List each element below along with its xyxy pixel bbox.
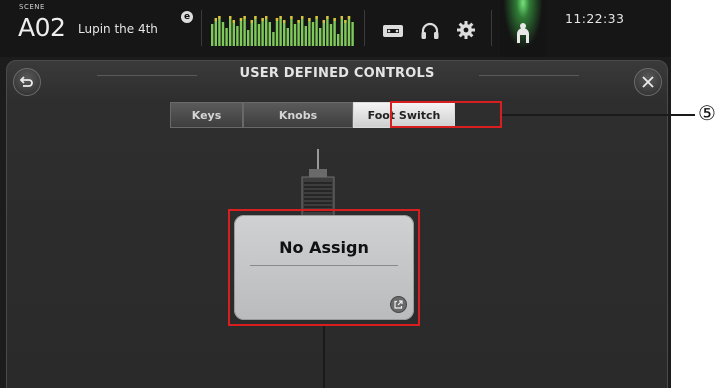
scene-name[interactable]: Lupin the 4th [78,22,158,36]
user-defined-controls-button[interactable] [500,0,546,57]
scene-label: SCENE [19,3,45,11]
title-rule-right [479,75,579,76]
separator [491,10,492,46]
top-bar: SCENE A02 Lupin the 4th e 11:22:33 [0,0,671,57]
scene-number[interactable]: A02 [18,13,66,42]
user-icon [517,23,529,43]
assign-highlight-box [228,209,420,326]
callout-line-vertical [323,326,325,388]
separator [364,10,365,46]
tab-keys[interactable]: Keys [170,102,243,128]
close-button[interactable] [634,68,662,96]
separator [201,10,202,46]
clock: 11:22:33 [565,11,625,26]
foot-pedal-icon [301,149,335,217]
panel-title: USER DEFINED CONTROLS [239,66,435,81]
tab-knobs[interactable]: Knobs [243,102,353,128]
recorder-icon[interactable] [382,24,404,38]
tab-highlight-box [390,101,502,128]
headphones-icon[interactable] [420,21,440,40]
mixer-screen: SCENE A02 Lupin the 4th e 11:22:33 USER … [0,0,671,388]
callout-line [502,114,695,116]
gear-icon[interactable] [456,20,476,40]
close-icon [642,76,654,88]
scene-edit-indicator-icon: e [181,11,193,23]
meter-bridge[interactable] [209,12,357,46]
callout-number-5: ⑤ [698,101,716,125]
